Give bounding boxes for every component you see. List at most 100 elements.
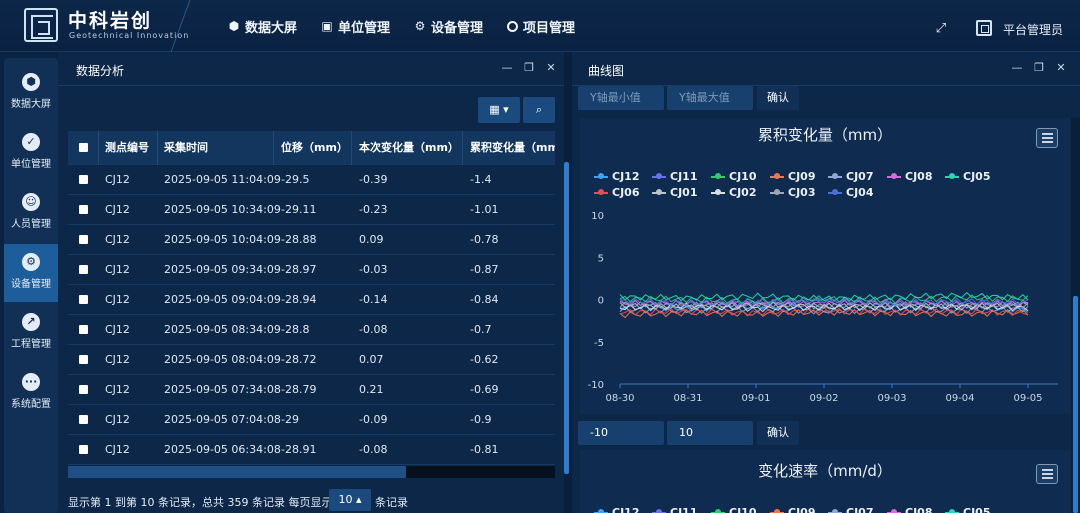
- y-axis-max-input[interactable]: Y轴最大值: [667, 86, 753, 110]
- search-button[interactable]: ⌕: [523, 97, 555, 123]
- table-row[interactable]: CJ12 2025-09-05 06:34:08 -28.91 -0.08 -0.81: [68, 435, 555, 465]
- legend-item[interactable]: CJ08: [887, 506, 932, 513]
- data-table: 测点编号 采集时间 位移（mm） 本次变化量（mm） 累积变化量（mm CJ12…: [68, 131, 555, 465]
- sidebar-item-personnel-management[interactable]: ☺ 人员管理: [4, 184, 58, 242]
- menu-line: [1042, 473, 1053, 475]
- close-icon[interactable]: ✕: [544, 61, 558, 75]
- column-header[interactable]: 本次变化量（mm）: [359, 131, 459, 164]
- sidebar-item-engineering-management[interactable]: ↗ 工程管理: [4, 304, 58, 362]
- table-row[interactable]: CJ12 2025-09-05 10:34:09 -29.11 -0.23 -1.01: [68, 195, 555, 225]
- nav-item-device-management[interactable]: ⚙ 设备管理: [414, 17, 483, 36]
- table-cell: 2025-09-05 10:04:09: [164, 233, 281, 246]
- legend-item[interactable]: CJ07: [828, 506, 873, 513]
- line-chart-icon: ↗: [22, 313, 40, 331]
- legend-item[interactable]: CJ09: [770, 506, 815, 513]
- table-row[interactable]: CJ12 2025-09-05 07:04:08 -29 -0.09 -0.9: [68, 405, 555, 435]
- y-axis-max-input[interactable]: 10: [667, 421, 753, 445]
- row-checkbox[interactable]: [79, 415, 88, 424]
- table-cell: -0.08: [359, 323, 388, 336]
- ring-icon: [507, 20, 519, 32]
- table-cell: CJ12: [105, 233, 130, 246]
- table-cell: 2025-09-05 08:34:09: [164, 323, 281, 336]
- row-checkbox[interactable]: [79, 175, 88, 184]
- brand-logo-icon: [24, 8, 58, 42]
- panel-title: 曲线图: [588, 64, 625, 78]
- sidebar-item-device-management[interactable]: ⚙ 设备管理: [4, 244, 58, 302]
- column-header[interactable]: 位移（mm）: [281, 131, 348, 164]
- table-cell: -29.11: [281, 203, 317, 216]
- x-tick-label: 09-05: [1013, 393, 1042, 404]
- row-checkbox[interactable]: [79, 235, 88, 244]
- sidebar-item-unit-management[interactable]: ✓ 单位管理: [4, 124, 58, 182]
- table-row[interactable]: CJ12 2025-09-05 09:04:09 -28.94 -0.14 -0.84: [68, 285, 555, 315]
- scrollbar-thumb[interactable]: [68, 466, 406, 478]
- sidebar-item-system-config[interactable]: ··· 系统配置: [4, 364, 58, 422]
- table-row[interactable]: CJ12 2025-09-05 08:04:09 -28.72 0.07 -0.62: [68, 345, 555, 375]
- table-cell: 2025-09-05 11:04:09: [164, 173, 281, 186]
- nav-item-unit-management[interactable]: ▣ 单位管理: [321, 17, 390, 36]
- table-cell: -0.78: [470, 233, 499, 246]
- table-horizontal-scrollbar[interactable]: [68, 466, 555, 478]
- y-axis-min-input[interactable]: Y轴最小值: [578, 86, 664, 110]
- sidebar-item-label: 设备管理: [11, 279, 51, 290]
- legend-item[interactable]: CJ12: [594, 506, 639, 513]
- nav-label: 设备管理: [431, 20, 484, 36]
- column-header[interactable]: 采集时间: [164, 131, 208, 164]
- row-checkbox[interactable]: [79, 295, 88, 304]
- panel-title: 数据分析: [76, 64, 125, 78]
- legend-item[interactable]: CJ10: [711, 506, 756, 513]
- page-size-select[interactable]: 10 ▴: [329, 489, 371, 511]
- y-axis-min-input[interactable]: -10: [578, 421, 664, 445]
- row-checkbox[interactable]: [79, 325, 88, 334]
- table-row[interactable]: CJ12 2025-09-05 10:04:09 -28.88 0.09 -0.78: [68, 225, 555, 255]
- column-toggle-button[interactable]: ▦ ▾: [478, 97, 520, 123]
- select-all-checkbox[interactable]: [79, 143, 88, 152]
- table-cell: 2025-09-05 07:34:08: [164, 383, 281, 396]
- table-cell: -0.09: [359, 413, 388, 426]
- table-cell: -0.87: [470, 263, 499, 276]
- y-tick-label: 10: [591, 211, 604, 222]
- nav-item-data-screen[interactable]: ⬢ 数据大屏: [228, 17, 297, 36]
- table-row[interactable]: CJ12 2025-09-05 09:34:09 -28.97 -0.03 -0.87: [68, 255, 555, 285]
- column-divider: [351, 131, 352, 165]
- vertical-scrollbar[interactable]: [564, 162, 569, 474]
- close-icon[interactable]: ✕: [1054, 61, 1068, 75]
- table-cell: -1.4: [470, 173, 492, 186]
- nav-item-project-management[interactable]: 项目管理: [507, 17, 575, 36]
- table-cell: -28.72: [281, 353, 317, 366]
- chart-menu-button[interactable]: [1036, 464, 1058, 484]
- chart-plot: 10 5 0 -5 -1008-30 08-31 09-01 09-02 09-03 09-04 0…: [588, 211, 1058, 404]
- table-cell: -28.8: [281, 323, 310, 336]
- row-checkbox[interactable]: [79, 355, 88, 364]
- row-checkbox[interactable]: [79, 445, 88, 454]
- restore-icon[interactable]: ❐: [522, 61, 536, 75]
- minimize-icon[interactable]: —: [500, 61, 514, 75]
- table-row[interactable]: CJ12 2025-09-05 11:04:09 -29.5 -0.39 -1.4: [68, 165, 555, 195]
- row-checkbox[interactable]: [79, 205, 88, 214]
- table-header-row: 测点编号 采集时间 位移（mm） 本次变化量（mm） 累积变化量（mm: [68, 131, 555, 165]
- grid-icon: ▦ ▾: [489, 103, 509, 116]
- restore-icon[interactable]: ❐: [1032, 61, 1046, 75]
- legend-item[interactable]: CJ11: [652, 506, 697, 513]
- row-checkbox[interactable]: [79, 385, 88, 394]
- sidebar-item-data-screen[interactable]: ⬢ 数据大屏: [4, 64, 58, 122]
- right-scrollbar-thumb[interactable]: [1073, 296, 1078, 513]
- sidebar-item-label: 单位管理: [11, 159, 51, 170]
- legend-label: CJ07: [846, 506, 874, 513]
- column-header[interactable]: 测点编号: [105, 131, 149, 164]
- calendar-check-icon: ✓: [22, 133, 40, 151]
- column-header[interactable]: 累积变化量（mm: [470, 131, 555, 164]
- pagination-summary: 显示第 1 到第 10 条记录，总共 359 条记录 每页显示: [68, 496, 333, 509]
- row-checkbox[interactable]: [79, 265, 88, 274]
- confirm-button[interactable]: 确认: [757, 86, 799, 110]
- table-row[interactable]: CJ12 2025-09-05 08:34:09 -28.8 -0.08 -0.7: [68, 315, 555, 345]
- legend-item[interactable]: CJ05: [945, 506, 990, 513]
- table-cell: 2025-09-05 07:04:08: [164, 413, 281, 426]
- cube-icon: ⬢: [228, 19, 240, 33]
- current-user[interactable]: 平台管理员: [1003, 21, 1063, 38]
- minimize-icon[interactable]: —: [1010, 61, 1024, 75]
- fullscreen-icon[interactable]: ⤢: [934, 22, 948, 36]
- confirm-button[interactable]: 确认: [757, 421, 799, 445]
- cumulative-change-chart: 累积变化量（mm） CJ12 CJ11 CJ10 CJ09 CJ07 CJ08 CJ05 CJ…: [580, 118, 1070, 414]
- table-row[interactable]: CJ12 2025-09-05 07:34:08 -28.79 0.21 -0.69: [68, 375, 555, 405]
